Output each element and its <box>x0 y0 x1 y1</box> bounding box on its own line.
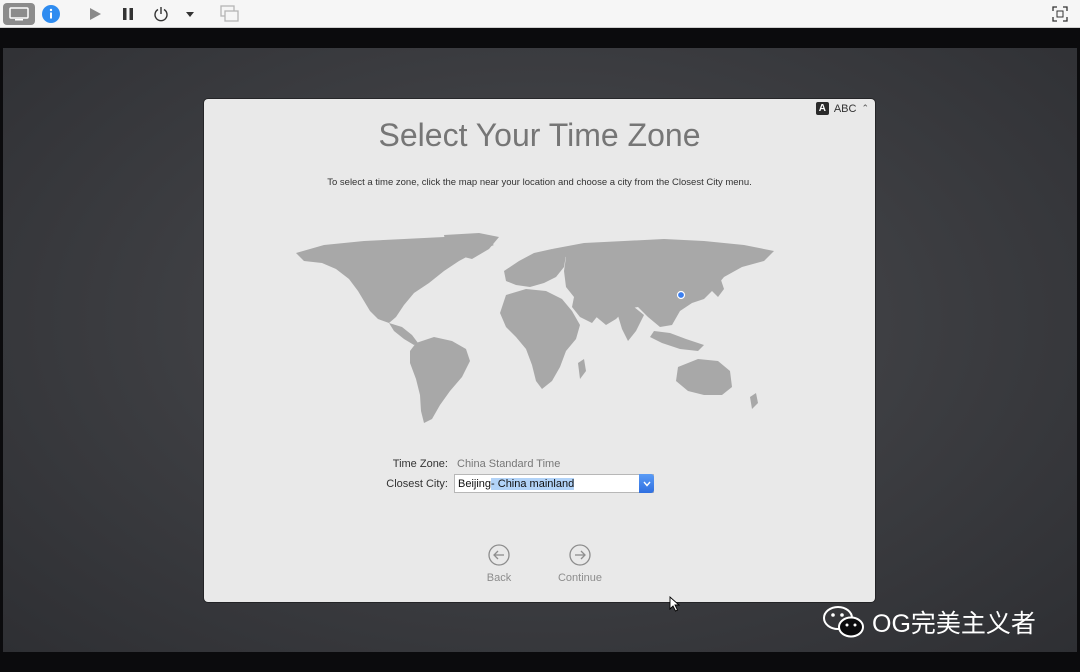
display-icon <box>9 7 29 21</box>
pause-button[interactable] <box>119 3 137 25</box>
location-pin <box>676 290 686 300</box>
closest-city-label: Closest City: <box>386 478 448 490</box>
closest-city-selected-text: - China mainland <box>491 477 575 490</box>
installer-window: A ABC ⌃ Select Your Time Zone To select … <box>204 99 875 602</box>
closest-city-dropdown-button[interactable] <box>639 474 654 493</box>
power-options-button[interactable] <box>182 3 198 25</box>
arrow-left-circle-icon <box>488 544 510 566</box>
input-source-menu[interactable]: A ABC ⌃ <box>815 102 869 115</box>
watermark-text: OG完美主义者 <box>872 610 1036 638</box>
map-europe <box>504 249 566 287</box>
info-button[interactable] <box>40 3 62 25</box>
continue-button[interactable]: Continue <box>550 544 610 584</box>
fullscreen-icon <box>1052 6 1068 22</box>
time-zone-label: Time Zone: <box>392 458 448 470</box>
back-label: Back <box>486 572 512 584</box>
display-button[interactable] <box>3 3 35 25</box>
chevron-updown-icon: ⌃ <box>861 103 869 113</box>
arrow-right-circle-icon <box>569 544 591 566</box>
page-subtitle: To select a time zone, click the map nea… <box>327 177 752 188</box>
snapshot-icon <box>220 5 239 22</box>
wechat-icon <box>823 606 864 638</box>
input-source-badge: A <box>815 102 829 115</box>
map-central-america <box>389 323 418 345</box>
world-map[interactable] <box>294 231 790 431</box>
fullscreen-button[interactable] <box>1049 3 1071 25</box>
watermark: OG完美主义者 <box>822 604 1036 640</box>
back-button[interactable]: Back <box>469 544 529 584</box>
pause-icon <box>123 8 133 20</box>
mouse-cursor-icon <box>669 596 681 612</box>
map-south-america <box>410 337 470 423</box>
continue-label: Continue <box>557 572 603 584</box>
snapshot-button[interactable] <box>219 3 241 25</box>
map-india <box>616 307 644 341</box>
closest-city-text: Beijing <box>458 477 492 490</box>
page-title: Select Your Time Zone <box>378 117 701 153</box>
input-source-label: ABC <box>833 102 857 115</box>
chevron-down-icon <box>642 481 651 487</box>
power-icon <box>154 7 168 22</box>
info-icon <box>42 5 60 23</box>
map-indonesia <box>650 331 704 351</box>
vm-toolbar <box>0 0 1080 28</box>
map-new-zealand <box>750 393 758 409</box>
play-icon <box>90 8 101 20</box>
map-madagascar <box>578 359 586 379</box>
dropdown-arrow-icon <box>186 12 194 17</box>
play-button[interactable] <box>86 3 104 25</box>
power-button[interactable] <box>151 3 171 25</box>
map-africa <box>500 289 580 389</box>
map-australia <box>676 359 732 395</box>
closest-city-field[interactable]: Beijing - China mainland <box>454 474 654 493</box>
time-zone-value: China Standard Time <box>457 458 561 470</box>
